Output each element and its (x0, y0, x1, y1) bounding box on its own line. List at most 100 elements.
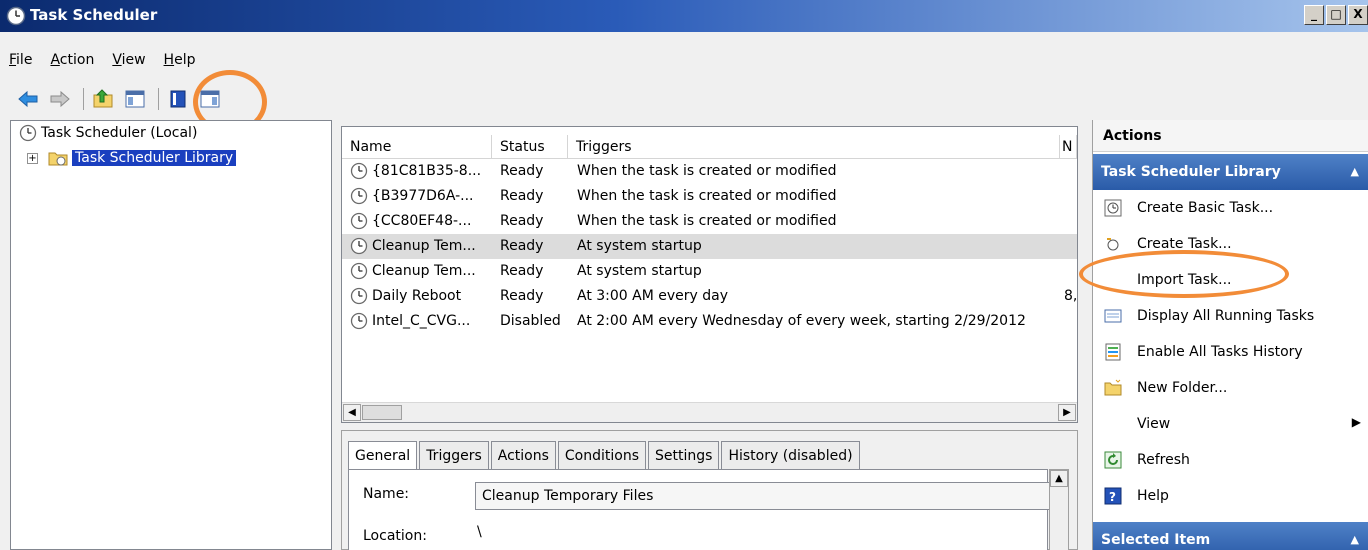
action-label: Create Basic Task... (1137, 200, 1274, 216)
task-status-cell: Disabled (500, 313, 561, 329)
scroll-up-button[interactable]: ▲ (1050, 470, 1068, 487)
forward-button[interactable] (46, 86, 74, 112)
table-row[interactable]: Daily Reboot Ready At 3:00 AM every day 8, (342, 284, 1077, 309)
menu-view-rest: iew (121, 52, 146, 68)
action-new-folder[interactable]: New Folder... (1093, 370, 1368, 406)
action-enable-tasks-history[interactable]: Enable All Tasks History (1093, 334, 1368, 370)
tab-triggers[interactable]: Triggers (419, 441, 489, 469)
menu-action-rest: ction (59, 52, 95, 68)
task-details: General Triggers Actions Conditions Sett… (341, 430, 1078, 550)
tab-general[interactable]: General (348, 441, 418, 469)
menu-view[interactable]: View (103, 48, 154, 72)
action-help[interactable]: ? Help (1093, 478, 1368, 514)
scroll-left-button[interactable]: ◀ (343, 404, 361, 421)
window-controls: _ □ X (1302, 5, 1368, 25)
detail-vertical-scrollbar[interactable]: ▲ (1049, 469, 1069, 550)
help-book-icon (170, 90, 186, 108)
section-selected-item[interactable]: Selected Item ▲ (1093, 522, 1368, 550)
column-status[interactable]: Status (492, 135, 568, 159)
svg-text:?: ? (1109, 490, 1116, 504)
scroll-thumb[interactable] (362, 405, 402, 420)
title-bar: Task Scheduler _ □ X (0, 0, 1368, 32)
task-name-cell: Daily Reboot (372, 288, 462, 304)
tab-history[interactable]: History (disabled) (721, 441, 860, 469)
column-next[interactable]: N (1060, 135, 1077, 159)
collapse-chevron-icon[interactable]: ▲ (1351, 522, 1359, 550)
back-button[interactable] (14, 86, 42, 112)
task-clock-icon (350, 162, 368, 180)
up-folder-icon (93, 89, 113, 108)
general-tab-body: Name: Cleanup Temporary Files Location: … (348, 469, 1051, 550)
table-row[interactable]: Cleanup Tem... Ready At system startup (342, 234, 1077, 259)
tree-item-library-label: Task Scheduler Library (72, 150, 237, 166)
help-button[interactable] (164, 86, 192, 112)
splitter-left[interactable] (333, 120, 339, 550)
menu-action[interactable]: Action (41, 48, 103, 72)
actions-pane: Actions Task Scheduler Library ▲ Create … (1092, 120, 1368, 550)
tree-item-local-label: Task Scheduler (Local) (41, 125, 198, 141)
table-row[interactable]: Cleanup Tem... Ready At system startup (342, 259, 1077, 284)
horizontal-scrollbar[interactable]: ◀ ▶ (342, 402, 1077, 422)
name-label: Name: (363, 486, 410, 502)
menu-help-accel: H (163, 52, 175, 68)
close-button[interactable]: X (1348, 5, 1368, 25)
task-clock-icon (350, 312, 368, 330)
action-view[interactable]: View ▶ (1093, 406, 1368, 442)
task-status-cell: Ready (500, 213, 544, 229)
table-row[interactable]: {81C81B35-8... Ready When the task is crea… (342, 159, 1077, 184)
task-status-cell: Ready (500, 288, 544, 304)
help-icon: ? (1103, 486, 1123, 506)
task-trigger-cell: When the task is created or modified (577, 163, 837, 179)
task-clock-icon (350, 187, 368, 205)
action-create-basic-task[interactable]: Create Basic Task... (1093, 190, 1368, 226)
maximize-button[interactable]: □ (1326, 5, 1346, 25)
submenu-arrow-icon: ▶ (1351, 415, 1361, 429)
splitter-right[interactable] (1082, 120, 1088, 550)
task-trigger-cell: At 3:00 AM every day (577, 288, 729, 304)
scroll-right-button[interactable]: ▶ (1058, 404, 1076, 421)
back-arrow-icon (18, 90, 38, 108)
task-trigger-cell: At system startup (577, 263, 702, 279)
tree-item-local[interactable]: Task Scheduler (Local) (19, 124, 197, 142)
tree-expander[interactable]: + (27, 152, 38, 164)
up-one-level-button[interactable] (89, 86, 117, 112)
collapse-chevron-icon[interactable]: ▲ (1351, 154, 1359, 190)
table-row[interactable]: Intel_C_CVG... Disabled At 2:00 AM every W… (342, 309, 1077, 334)
new-folder-icon (1103, 378, 1123, 398)
column-name[interactable]: Name (342, 135, 492, 159)
action-display-running-tasks[interactable]: Display All Running Tasks (1093, 298, 1368, 334)
menu-action-accel: A (50, 52, 60, 68)
table-row[interactable]: {CC80EF48-... Ready When the task is creat… (342, 209, 1077, 234)
running-tasks-icon (1103, 306, 1123, 326)
task-clock-icon (350, 287, 368, 305)
task-clock-icon (350, 262, 368, 280)
column-triggers[interactable]: Triggers (568, 135, 1060, 159)
show-hide-console-tree-button[interactable] (121, 86, 149, 112)
menu-help-rest: elp (174, 52, 196, 68)
refresh-icon (1103, 450, 1123, 470)
tasks-history-icon (1103, 342, 1123, 362)
library-folder-icon (48, 152, 68, 166)
tree-item-library[interactable]: + Task Scheduler Library (27, 149, 237, 167)
menu-help[interactable]: Help (155, 48, 205, 72)
table-row[interactable]: {B3977D6A-... Ready When the task is creat… (342, 184, 1077, 209)
location-value: \ (477, 524, 482, 540)
task-status-cell: Ready (500, 163, 544, 179)
action-label: Refresh (1137, 452, 1190, 468)
minimize-button[interactable]: _ (1304, 5, 1324, 25)
action-label: Help (1137, 488, 1169, 504)
task-status-cell: Ready (500, 263, 544, 279)
tab-settings[interactable]: Settings (648, 441, 720, 469)
menu-file[interactable]: File (0, 48, 41, 72)
tab-conditions[interactable]: Conditions (557, 441, 647, 469)
task-trigger-cell: At system startup (577, 238, 702, 254)
tab-actions[interactable]: Actions (490, 441, 556, 469)
task-scheduler-clock-icon (6, 6, 26, 26)
task-status-cell: Ready (500, 238, 544, 254)
name-field[interactable]: Cleanup Temporary Files (475, 482, 1051, 510)
toolbar-separator (158, 88, 159, 110)
menu-file-accel: F (9, 52, 17, 68)
action-refresh[interactable]: Refresh (1093, 442, 1368, 478)
section-task-scheduler-library[interactable]: Task Scheduler Library ▲ (1093, 154, 1368, 190)
detail-tabs: General Triggers Actions Conditions Sett… (348, 441, 862, 469)
